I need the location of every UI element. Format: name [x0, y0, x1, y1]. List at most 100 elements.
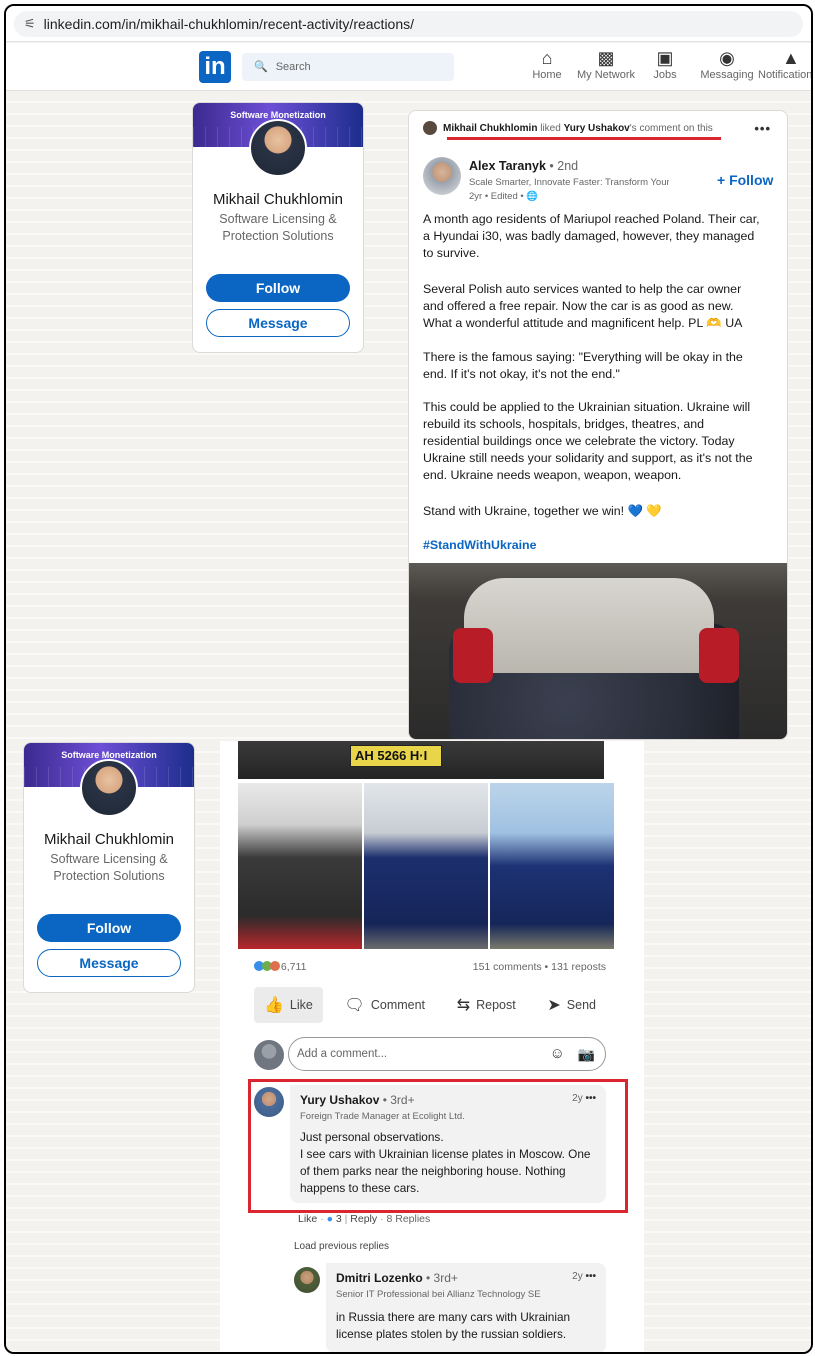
browser-address-bar[interactable]: ⚟ linkedin.com/in/mikhail-chukhlomin/rec…: [6, 6, 811, 42]
globe-icon: 🌐: [526, 191, 539, 202]
nav-messaging[interactable]: ◉ Messaging: [692, 47, 762, 81]
profile-card-lower: Software Monetization Mikhail Chukhlomin…: [23, 742, 195, 993]
nav-jobs-label: Jobs: [653, 69, 677, 81]
comment-replies-count[interactable]: 8 Replies: [387, 1213, 431, 1225]
search-placeholder: Search: [275, 61, 311, 73]
send-label: Send: [566, 998, 596, 1012]
hashtag-link[interactable]: #StandWithUkraine: [423, 537, 763, 554]
post-stats: 6,711 151 comments • 131 reposts: [254, 961, 606, 973]
author-name[interactable]: Alex Taranyk • 2nd: [469, 159, 578, 173]
reply-more-icon[interactable]: •••: [585, 1271, 596, 1282]
comment-icon: 🗨: [344, 997, 365, 1014]
post-paragraph: Stand with Ukraine, together we win! 💙 💛: [423, 504, 662, 518]
profile-name[interactable]: Mikhail Chukhlomin: [193, 191, 363, 208]
taillight-left: [453, 628, 493, 683]
author-degree: • 2nd: [549, 159, 579, 173]
comment-reply-button[interactable]: Reply: [350, 1213, 377, 1225]
author-avatar[interactable]: [423, 157, 461, 195]
reactions-summary[interactable]: 6,711: [254, 961, 306, 973]
reply-degree: • 3rd+: [426, 1271, 458, 1285]
thumbs-up-icon: 👍: [264, 997, 284, 1014]
profile-avatar[interactable]: [249, 119, 307, 177]
repost-icon: ⇆: [456, 997, 471, 1014]
profile-name-lower[interactable]: Mikhail Chukhlomin: [24, 831, 194, 848]
comment-placeholder: Add a comment...: [297, 1048, 388, 1060]
activity-actor[interactable]: Mikhail Chukhlomin: [443, 123, 537, 134]
profile-avatar-lower[interactable]: [80, 759, 138, 817]
reply-headline: Senior IT Professional bei Allianz Techn…: [336, 1289, 541, 1300]
url-text: linkedin.com/in/mikhail-chukhlomin/recen…: [43, 16, 415, 32]
activity-header: Mikhail Chukhlomin liked Yury Ushakov's …: [423, 121, 713, 135]
post-paragraph: There is the famous saying: "Everything …: [423, 350, 743, 381]
repost-label: Repost: [476, 998, 516, 1012]
screenshot-frame: ⚟ linkedin.com/in/mikhail-chukhlomin/rec…: [4, 4, 813, 1354]
notifications-icon: ▲: [782, 48, 800, 68]
nav-notifications-label: Notifications: [758, 69, 813, 81]
separator-bar: |: [344, 1213, 348, 1225]
like-label: Like: [289, 998, 313, 1012]
nav-messaging-label: Messaging: [700, 69, 754, 81]
message-button-lower[interactable]: Message: [37, 949, 181, 977]
post-time: 2yr • Edited • 🌐: [469, 191, 538, 202]
follow-button[interactable]: Follow: [206, 274, 350, 302]
search-input[interactable]: 🔍 Search: [242, 53, 454, 81]
reply-bubble: Dmitri Lozenko • 3rd+ Senior IT Professi…: [326, 1263, 606, 1352]
separator-dot: ·: [320, 1213, 324, 1225]
post-image-2[interactable]: [364, 783, 488, 949]
post-image-1[interactable]: [238, 783, 362, 949]
reply-avatar[interactable]: [294, 1267, 320, 1293]
emoji-icon[interactable]: ☺: [550, 1038, 565, 1070]
profile-headline: Software Licensing & Protection Solution…: [219, 212, 337, 243]
comment-button[interactable]: 🗨 Comment: [335, 987, 436, 1023]
post-image-top-strip[interactable]: AH 5266 H·I: [238, 741, 604, 779]
post-image-main[interactable]: [409, 563, 787, 739]
load-previous-replies[interactable]: Load previous replies: [294, 1241, 389, 1252]
post-actions: 👍 Like 🗨 Comment ⇆ Repost ➤ Send: [254, 984, 606, 1026]
more-options-icon[interactable]: •••: [754, 121, 771, 136]
annotation-underline: [447, 137, 721, 140]
activity-suffix: 's comment on this: [629, 122, 713, 134]
author-headline: Scale Smarter, Innovate Faster: Transfor…: [469, 177, 669, 188]
reply-name[interactable]: Dmitri Lozenko • 3rd+: [336, 1271, 458, 1285]
license-plate: AH 5266 H·I: [350, 745, 442, 767]
reply-name-text: Dmitri Lozenko: [336, 1271, 423, 1285]
reply-time-area: 2y •••: [572, 1271, 596, 1282]
comment-label: Comment: [370, 998, 426, 1012]
comment-composer: Add a comment... ☺ 📷: [254, 1037, 606, 1073]
linkedin-navbar: in 🔍 Search ⌂ Home ▩ My Network ▣ Jobs ◉ …: [6, 43, 811, 91]
comment-meta: Like · ● 3 | Reply · 8 Replies: [298, 1213, 430, 1225]
lower-screenshot: Software Monetization Mikhail Chukhlomin…: [6, 741, 811, 1352]
jobs-icon: ▣: [656, 48, 674, 68]
send-button[interactable]: ➤ Send: [537, 987, 606, 1023]
image-icon[interactable]: 📷: [578, 1038, 595, 1070]
post-image-3[interactable]: [490, 783, 614, 949]
like-button[interactable]: 👍 Like: [254, 987, 323, 1023]
repost-button[interactable]: ⇆ Repost: [447, 987, 526, 1023]
comment-like-button[interactable]: Like: [298, 1213, 317, 1225]
reply-time: 2y: [572, 1271, 583, 1282]
reply-line: in Russia there are many cars with Ukrai…: [336, 1310, 571, 1324]
comment-input[interactable]: Add a comment... ☺ 📷: [288, 1037, 606, 1071]
reactions-count: 6,711: [280, 961, 307, 973]
car-tarp-image: [464, 578, 714, 673]
search-icon: 🔍: [254, 61, 268, 73]
separator-dot: ·: [380, 1213, 384, 1225]
site-settings-icon[interactable]: ⚟: [24, 16, 36, 32]
url-field[interactable]: ⚟ linkedin.com/in/mikhail-chukhlomin/rec…: [14, 11, 803, 37]
profile-card: Software Monetization Mikhail Chukhlomin…: [192, 102, 364, 353]
nav-notifications[interactable]: ▲ Notifications: [754, 47, 813, 81]
actor-avatar[interactable]: [423, 121, 437, 135]
post-time-text: 2yr • Edited •: [469, 191, 524, 202]
follow-button-lower[interactable]: Follow: [37, 914, 181, 942]
comments-reposts-count[interactable]: 151 comments • 131 reposts: [473, 961, 606, 973]
annotation-highlight-box: [248, 1079, 628, 1213]
activity-target[interactable]: Yury Ushakov: [564, 123, 630, 134]
post-paragraph: This could be applied to the Ukrainian s…: [423, 400, 753, 482]
activity-verb: liked: [540, 122, 561, 134]
nav-jobs[interactable]: ▣ Jobs: [630, 47, 700, 81]
viewer-avatar: [254, 1040, 284, 1070]
linkedin-logo[interactable]: in: [199, 51, 231, 83]
message-button[interactable]: Message: [206, 309, 350, 337]
follow-author-button[interactable]: + Follow: [717, 172, 773, 188]
post-paragraph: Several Polish auto services wanted to h…: [423, 282, 743, 330]
